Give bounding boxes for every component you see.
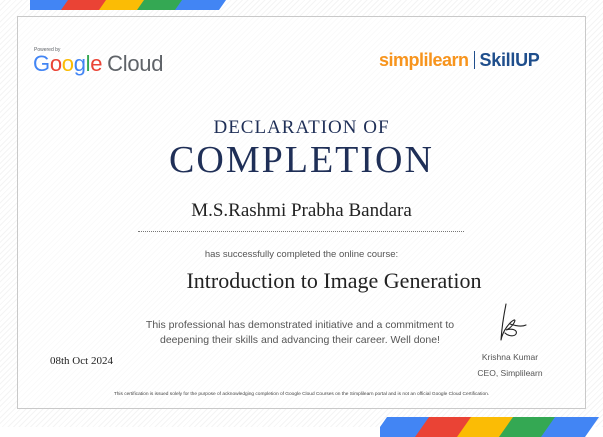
bottom-color-stripes — [380, 417, 603, 437]
simplilearn-skillup-logo: simplilearn SkillUP — [379, 47, 540, 73]
stripe-blue-2 — [174, 0, 230, 10]
signer-name: Krishna Kumar — [481, 352, 539, 362]
paragraph-line: deepening their skills and advancing the… — [160, 334, 440, 346]
skillup-wordmark: SkillUP — [479, 50, 540, 70]
logo-letter: g — [73, 51, 86, 76]
logo-letter: o — [49, 51, 62, 76]
commendation-paragraph: This professional has demonstrated initi… — [120, 318, 480, 348]
completed-statement: has successfully completed the online co… — [204, 249, 399, 260]
recipient-name: M.S.Rashmi Prabha Bandara — [191, 200, 412, 221]
declaration-heading: DECLARATION OF — [213, 117, 390, 138]
signature-image — [500, 303, 527, 341]
course-title: Introduction to Image Generation — [186, 268, 482, 293]
certificate-background: Powered by Google Cloud simplilearn SkillU… — [0, 0, 603, 437]
top-color-stripes — [30, 0, 230, 10]
logo-cloud-word: Cloud — [107, 51, 164, 76]
disclaimer-text: This certification is issued solely for … — [113, 392, 490, 397]
google-cloud-logo: Google Cloud — [33, 50, 163, 78]
logo-letter: G — [33, 51, 50, 76]
completion-date: 08th Oct 2024 — [50, 355, 113, 367]
logo-letter: e — [90, 51, 103, 76]
logo-letter: o — [61, 51, 74, 76]
name-underline — [138, 231, 464, 232]
completion-heading: COMPLETION — [169, 139, 434, 181]
simplilearn-wordmark: simplilearn — [379, 50, 469, 70]
paragraph-line: This professional has demonstrated initi… — [145, 319, 455, 331]
signer-title: CEO, Simplilearn — [477, 368, 543, 378]
logo-divider — [473, 51, 475, 69]
